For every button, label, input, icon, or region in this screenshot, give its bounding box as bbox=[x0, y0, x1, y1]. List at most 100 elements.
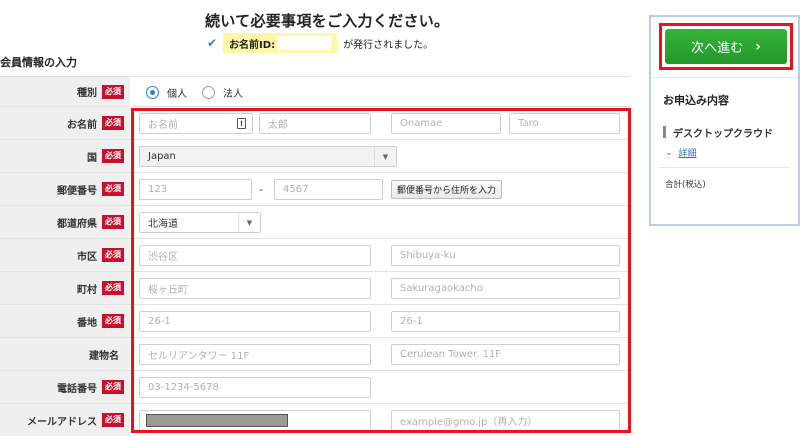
building-label: 建物名 bbox=[89, 350, 119, 362]
issued-text: が発行されました。 bbox=[343, 39, 434, 51]
label-cell: 国 必須 bbox=[0, 140, 130, 172]
name-label: お名前 bbox=[67, 119, 97, 131]
town-label: 町村 bbox=[77, 284, 97, 296]
label-cell: 番地 必須 bbox=[0, 305, 130, 337]
masked-email-value bbox=[146, 414, 288, 427]
id-value bbox=[277, 36, 332, 50]
country-select[interactable]: Japan ▼ bbox=[139, 146, 397, 167]
city-roman-placeholder: Shibuya-ku bbox=[400, 250, 456, 261]
town-input[interactable]: 桜ヶ丘町 bbox=[139, 278, 371, 299]
next-button-label: 次へ進む bbox=[691, 41, 744, 56]
first-name-roman-placeholder: Taro bbox=[518, 118, 539, 129]
chevron-down-icon: ⌄ bbox=[665, 147, 673, 158]
form-row-name: お名前 必須 お名前 ! 太郎 Onamae Taro bbox=[0, 107, 630, 140]
postal-lookup-button[interactable]: 郵便番号から住所を入力 bbox=[391, 180, 503, 199]
summary-title: お申込み内容 bbox=[663, 94, 729, 107]
member-info-form: 種別 必須 個人 法人 お名前 必須 お名前 ! 太郎 Onamae Taro bbox=[0, 76, 630, 436]
town-placeholder: 桜ヶ丘町 bbox=[148, 285, 188, 296]
last-name-input[interactable]: お名前 ! bbox=[139, 113, 253, 134]
form-row-type: 種別 必須 個人 法人 bbox=[0, 77, 630, 107]
email-label: メールアドレス bbox=[27, 416, 97, 428]
form-row-phone: 電話番号 必須 03-1234-5678 bbox=[0, 371, 630, 404]
city-roman-input[interactable]: Shibuya-ku bbox=[391, 245, 620, 266]
radio-button[interactable] bbox=[202, 86, 215, 99]
prefecture-value: 北海道 bbox=[148, 219, 178, 230]
details-link-label: 詳細 bbox=[678, 149, 697, 159]
label-cell: 市区 必須 bbox=[0, 239, 130, 271]
required-badge: 必須 bbox=[102, 215, 124, 229]
first-name-roman-input[interactable]: Taro bbox=[509, 113, 620, 134]
label-cell: メールアドレス 必須 bbox=[0, 404, 130, 436]
last-name-roman-placeholder: Onamae bbox=[400, 118, 443, 129]
building-roman-input[interactable]: Cerulean Tower. 11F bbox=[391, 344, 620, 365]
city-label: 市区 bbox=[77, 251, 97, 263]
street-placeholder: 26-1 bbox=[148, 316, 171, 327]
label-cell: 種別 必須 bbox=[0, 77, 130, 106]
check-icon: ✔ bbox=[207, 36, 218, 50]
street-input[interactable]: 26-1 bbox=[139, 311, 371, 332]
email-confirm-placeholder: example@gmo.jp（再入力） bbox=[400, 417, 538, 428]
card-icon: ! bbox=[237, 118, 246, 129]
radio-corporate-label: 法人 bbox=[223, 89, 243, 100]
city-input[interactable]: 渋谷区 bbox=[139, 245, 371, 266]
postal-part1-input[interactable]: 123 bbox=[139, 179, 252, 200]
building-placeholder: セルリアンタワー 11F bbox=[148, 351, 250, 362]
radio-individual[interactable]: 個人 bbox=[146, 85, 187, 100]
town-roman-input[interactable]: Sakuragaokacho bbox=[391, 278, 620, 299]
street-roman-input[interactable]: 26-1 bbox=[391, 311, 620, 332]
caret-down-icon: ▼ bbox=[374, 147, 396, 166]
country-label: 国 bbox=[87, 152, 97, 164]
radio-individual-label: 個人 bbox=[167, 89, 187, 100]
last-name-roman-input[interactable]: Onamae bbox=[391, 113, 501, 134]
required-badge: 必須 bbox=[102, 182, 124, 196]
next-button[interactable]: 次へ進む › bbox=[665, 29, 787, 64]
required-badge: 必須 bbox=[102, 84, 124, 99]
page-heading: 続いて必要事項をご入力ください。 bbox=[205, 12, 450, 30]
form-row-city: 市区 必須 渋谷区 Shibuya-ku bbox=[0, 239, 630, 272]
divider bbox=[659, 167, 790, 168]
label-cell: 電話番号 必須 bbox=[0, 371, 130, 403]
postal-dash: - bbox=[259, 183, 263, 196]
divider bbox=[651, 77, 798, 78]
prefecture-select[interactable]: 北海道 ▼ bbox=[139, 212, 261, 233]
required-badge: 必須 bbox=[102, 248, 124, 262]
phone-placeholder: 03-1234-5678 bbox=[148, 382, 219, 393]
radio-corporate[interactable]: 法人 bbox=[202, 85, 243, 100]
label-cell: 都道府県 必須 bbox=[0, 206, 130, 238]
form-row-town: 町村 必須 桜ヶ丘町 Sakuragaokacho bbox=[0, 272, 630, 305]
last-name-placeholder: お名前 bbox=[148, 120, 178, 131]
city-placeholder: 渋谷区 bbox=[148, 252, 178, 263]
street-roman-placeholder: 26-1 bbox=[400, 316, 423, 327]
postal-label: 郵便番号 bbox=[57, 185, 97, 197]
required-badge: 必須 bbox=[102, 149, 124, 163]
form-row-street: 番地 必須 26-1 26-1 bbox=[0, 305, 630, 338]
label-cell: 郵便番号 必須 bbox=[0, 173, 130, 205]
id-highlight: お名前ID: bbox=[223, 33, 338, 53]
form-row-building: 建物名 セルリアンタワー 11F Cerulean Tower. 11F bbox=[0, 338, 630, 371]
section-title: 会員情報の入力 bbox=[0, 56, 77, 69]
postal-part2-placeholder: 4567 bbox=[283, 184, 309, 195]
chevron-right-icon: › bbox=[755, 38, 761, 55]
postal-part2-input[interactable]: 4567 bbox=[274, 179, 383, 200]
postal-part1-placeholder: 123 bbox=[148, 184, 168, 195]
form-row-email: メールアドレス 必須 example@gmo.jp（再入力） bbox=[0, 404, 630, 436]
building-roman-placeholder: Cerulean Tower. 11F bbox=[400, 349, 502, 360]
required-badge: 必須 bbox=[102, 281, 124, 295]
plan-marker bbox=[663, 126, 666, 138]
radio-button-checked[interactable] bbox=[146, 86, 159, 99]
required-badge: 必須 bbox=[102, 314, 124, 328]
required-badge: 必須 bbox=[102, 380, 124, 394]
details-link[interactable]: ⌄ 詳細 bbox=[665, 146, 697, 160]
form-row-postal: 郵便番号 必須 123 - 4567 郵便番号から住所を入力 bbox=[0, 173, 630, 206]
id-issued-notice: ✔ お名前ID: が発行されました。 bbox=[207, 33, 433, 53]
email-input[interactable] bbox=[139, 410, 371, 431]
first-name-input[interactable]: 太郎 bbox=[259, 113, 371, 134]
town-roman-placeholder: Sakuragaokacho bbox=[400, 283, 483, 294]
order-summary-panel: 次へ進む › お申込み内容 デスクトップクラウド ⌄ 詳細 合計(税込) bbox=[649, 15, 800, 226]
email-confirm-input[interactable]: example@gmo.jp（再入力） bbox=[391, 410, 620, 431]
id-label: お名前ID: bbox=[229, 39, 276, 51]
required-badge: 必須 bbox=[102, 116, 124, 130]
phone-input[interactable]: 03-1234-5678 bbox=[139, 377, 371, 398]
plan-name: デスクトップクラウド bbox=[673, 129, 773, 140]
building-input[interactable]: セルリアンタワー 11F bbox=[139, 344, 371, 365]
